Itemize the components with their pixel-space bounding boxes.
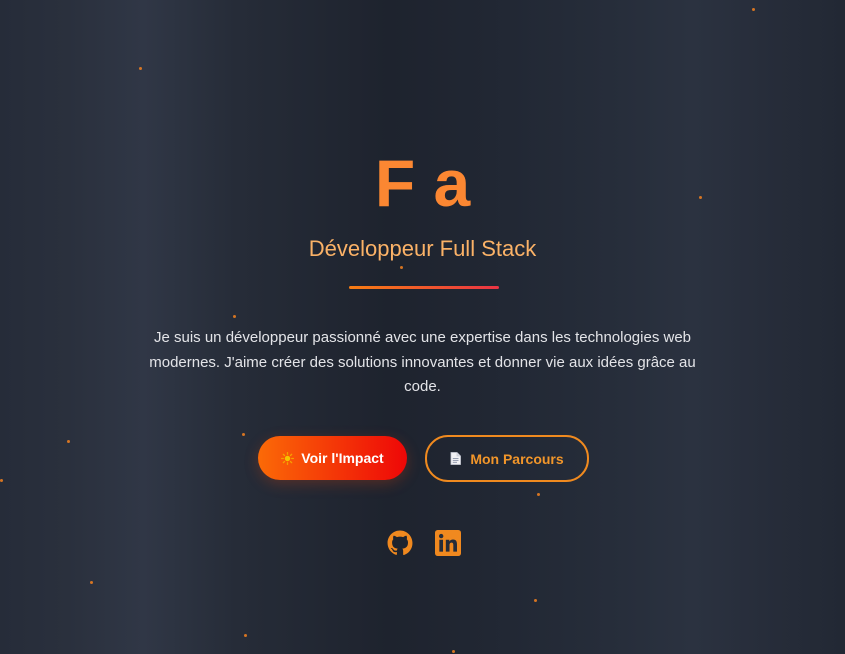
- hero-subtitle: Développeur Full Stack: [308, 236, 537, 261]
- linkedin-icon[interactable]: [435, 530, 461, 556]
- sun-icon: [281, 451, 295, 465]
- voir-impact-label: Voir l'Impact: [301, 450, 384, 466]
- hero-bio: Je suis un développeur passionné avec un…: [149, 329, 696, 395]
- hero-title: F a: [374, 146, 471, 220]
- hero-section: F a Développeur Full Stack Je suis un dé…: [0, 0, 845, 654]
- github-icon[interactable]: [387, 530, 413, 556]
- document-icon: [450, 452, 462, 465]
- mon-parcours-label: Mon Parcours: [470, 450, 564, 467]
- voir-impact-button[interactable]: Voir l'Impact: [258, 436, 407, 480]
- title-divider: [349, 286, 499, 289]
- mon-parcours-button[interactable]: Mon Parcours: [425, 435, 589, 482]
